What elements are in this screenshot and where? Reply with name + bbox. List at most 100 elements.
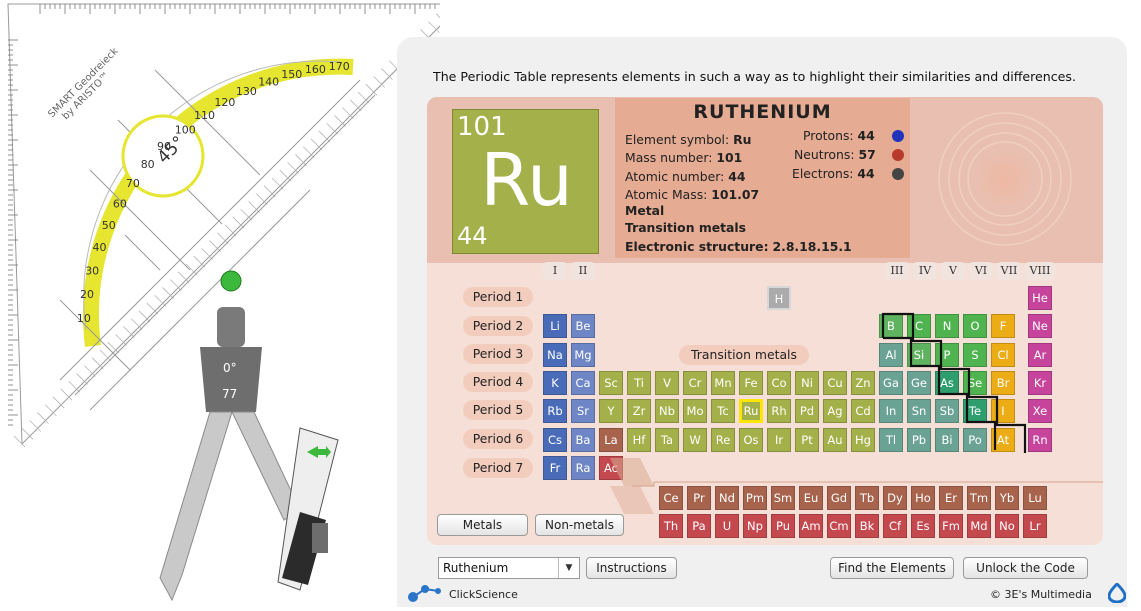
element-bi[interactable]: Bi: [935, 428, 959, 452]
element-v[interactable]: V: [655, 371, 679, 395]
element-cu[interactable]: Cu: [823, 371, 847, 395]
element-p[interactable]: P: [935, 343, 959, 367]
element-ra[interactable]: Ra: [571, 456, 595, 480]
element-pa[interactable]: Pa: [687, 514, 711, 538]
element-lu[interactable]: Lu: [1023, 486, 1047, 510]
element-ti[interactable]: Ti: [627, 371, 651, 395]
element-select[interactable]: Ruthenium ▼: [438, 557, 580, 579]
element-sm[interactable]: Sm: [771, 486, 795, 510]
element-cd[interactable]: Cd: [851, 399, 875, 423]
element-be[interactable]: Be: [571, 314, 595, 338]
compass-needle-leg[interactable]: [159, 411, 233, 602]
element-dy[interactable]: Dy: [883, 486, 907, 510]
element-hg[interactable]: Hg: [851, 428, 875, 452]
element-si[interactable]: Si: [907, 343, 931, 367]
element-sr[interactable]: Sr: [571, 399, 595, 423]
element-ga[interactable]: Ga: [879, 371, 903, 395]
instructions-button[interactable]: Instructions: [586, 557, 677, 579]
element-tl[interactable]: Tl: [879, 428, 903, 452]
element-zn[interactable]: Zn: [851, 371, 875, 395]
element-pd[interactable]: Pd: [795, 399, 819, 423]
element-re[interactable]: Re: [711, 428, 735, 452]
element-ge[interactable]: Ge: [907, 371, 931, 395]
element-nb[interactable]: Nb: [655, 399, 679, 423]
element-ba[interactable]: Ba: [571, 428, 595, 452]
nonmetals-button[interactable]: Non-metals: [535, 514, 624, 536]
element-np[interactable]: Np: [743, 514, 767, 538]
element-pm[interactable]: Pm: [743, 486, 767, 510]
element-k[interactable]: K: [543, 371, 567, 395]
element-ag[interactable]: Ag: [823, 399, 847, 423]
element-o[interactable]: O: [963, 314, 987, 338]
rotate-handle[interactable]: [220, 270, 242, 292]
element-fe[interactable]: Fe: [739, 371, 763, 395]
element-cr[interactable]: Cr: [683, 371, 707, 395]
element-b[interactable]: B: [879, 314, 903, 338]
element-ac[interactable]: Ac: [599, 456, 623, 480]
element-i[interactable]: I: [991, 399, 1015, 423]
element-ta[interactable]: Ta: [655, 428, 679, 452]
element-er[interactable]: Er: [939, 486, 963, 510]
element-ne[interactable]: Ne: [1028, 314, 1052, 338]
element-he[interactable]: He: [1028, 286, 1052, 310]
element-sn[interactable]: Sn: [907, 399, 931, 423]
element-nd[interactable]: Nd: [715, 486, 739, 510]
element-fr[interactable]: Fr: [543, 456, 567, 480]
element-mn[interactable]: Mn: [711, 371, 735, 395]
element-rn[interactable]: Rn: [1028, 428, 1052, 452]
element-mg[interactable]: Mg: [571, 343, 595, 367]
element-ca[interactable]: Ca: [571, 371, 595, 395]
element-eu[interactable]: Eu: [799, 486, 823, 510]
element-yb[interactable]: Yb: [995, 486, 1019, 510]
element-at[interactable]: At: [991, 428, 1015, 452]
element-br[interactable]: Br: [991, 371, 1015, 395]
unlock-code-button[interactable]: Unlock the Code: [963, 557, 1088, 579]
element-ho[interactable]: Ho: [911, 486, 935, 510]
element-ce[interactable]: Ce: [659, 486, 683, 510]
element-al[interactable]: Al: [879, 343, 903, 367]
element-au[interactable]: Au: [823, 428, 847, 452]
element-y[interactable]: Y: [599, 399, 623, 423]
element-lr[interactable]: Lr: [1023, 514, 1047, 538]
element-u[interactable]: U: [715, 514, 739, 538]
element-gd[interactable]: Gd: [827, 486, 851, 510]
element-in[interactable]: In: [879, 399, 903, 423]
element-mo[interactable]: Mo: [683, 399, 707, 423]
element-es[interactable]: Es: [911, 514, 935, 538]
element-cm[interactable]: Cm: [827, 514, 851, 538]
element-cf[interactable]: Cf: [883, 514, 907, 538]
element-te[interactable]: Te: [963, 399, 987, 423]
element-pb[interactable]: Pb: [907, 428, 931, 452]
element-cs[interactable]: Cs: [543, 428, 567, 452]
metals-button[interactable]: Metals: [437, 514, 528, 536]
element-po[interactable]: Po: [963, 428, 987, 452]
element-se[interactable]: Se: [963, 371, 987, 395]
element-md[interactable]: Md: [967, 514, 991, 538]
element-zr[interactable]: Zr: [627, 399, 651, 423]
element-sb[interactable]: Sb: [935, 399, 959, 423]
element-c[interactable]: C: [907, 314, 931, 338]
element-ni[interactable]: Ni: [795, 371, 819, 395]
element-th[interactable]: Th: [659, 514, 683, 538]
element-h[interactable]: H: [767, 286, 791, 310]
find-elements-button[interactable]: Find the Elements: [830, 557, 954, 579]
element-ar[interactable]: Ar: [1028, 343, 1052, 367]
compass[interactable]: 0° 77: [159, 307, 339, 602]
element-pt[interactable]: Pt: [795, 428, 819, 452]
element-pr[interactable]: Pr: [687, 486, 711, 510]
element-rb[interactable]: Rb: [543, 399, 567, 423]
compass-hinge[interactable]: [200, 347, 262, 412]
element-cl[interactable]: Cl: [991, 343, 1015, 367]
compass-knob[interactable]: [217, 307, 245, 347]
element-as[interactable]: As: [935, 371, 959, 395]
element-f[interactable]: F: [991, 314, 1015, 338]
element-pu[interactable]: Pu: [771, 514, 795, 538]
element-tb[interactable]: Tb: [855, 486, 879, 510]
element-tm[interactable]: Tm: [967, 486, 991, 510]
element-bk[interactable]: Bk: [855, 514, 879, 538]
element-os[interactable]: Os: [739, 428, 763, 452]
element-ir[interactable]: Ir: [767, 428, 791, 452]
element-na[interactable]: Na: [543, 343, 567, 367]
chevron-down-icon[interactable]: ▼: [558, 558, 579, 578]
element-li[interactable]: Li: [543, 314, 567, 338]
